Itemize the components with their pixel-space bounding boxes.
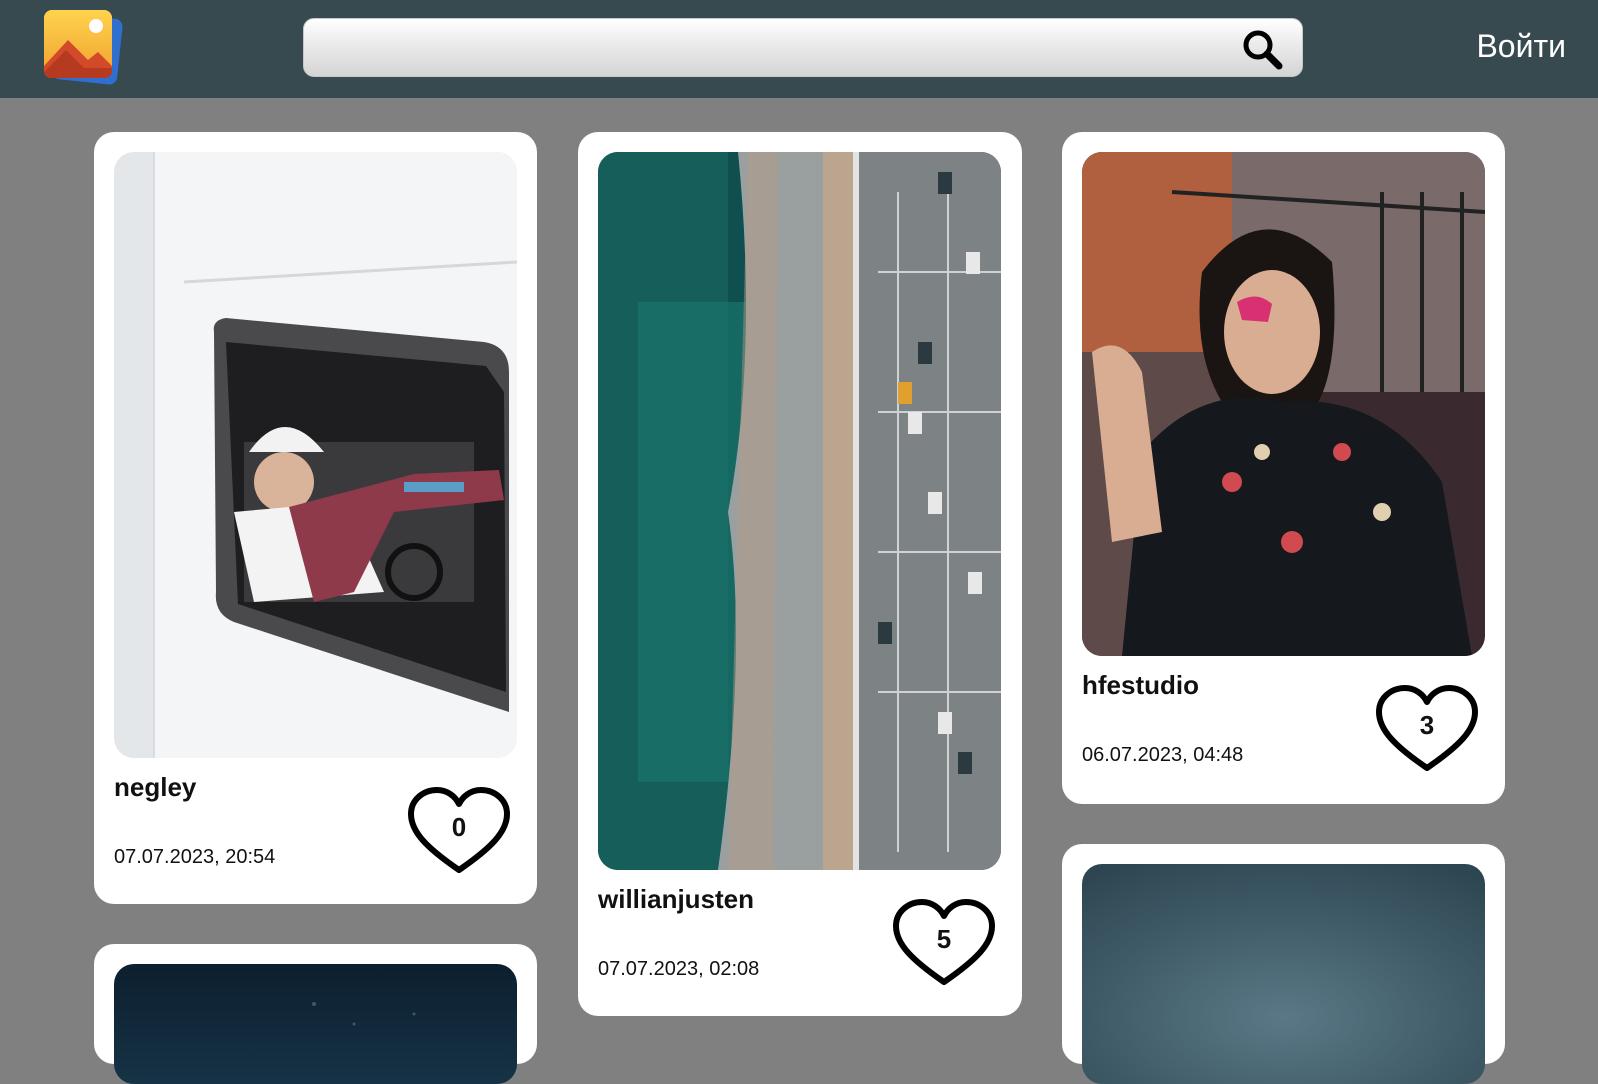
post-photo[interactable] [114, 964, 517, 1084]
post-author[interactable]: willianjusten [598, 884, 754, 915]
post-photo[interactable] [598, 152, 1001, 870]
post-date: 07.07.2023, 02:08 [598, 958, 760, 980]
like-button[interactable]: 5 [892, 898, 996, 986]
like-button[interactable]: 0 [407, 786, 511, 874]
post-photo[interactable] [114, 152, 517, 758]
gallery-logo-icon[interactable] [40, 6, 126, 90]
post-photo[interactable] [1082, 864, 1485, 1084]
search-icon[interactable] [1240, 27, 1284, 71]
top-bar: Войти [0, 0, 1598, 98]
post-card[interactable]: negley 07.07.2023, 20:54 0 [94, 132, 537, 904]
post-card[interactable] [1062, 844, 1505, 1084]
like-button[interactable]: 3 [1375, 684, 1479, 772]
search-bar[interactable] [303, 18, 1303, 78]
post-author[interactable]: negley [114, 772, 196, 803]
login-button[interactable]: Войти [1476, 28, 1566, 65]
post-photo[interactable] [1082, 152, 1485, 656]
post-card[interactable]: hfestudio 06.07.2023, 04:48 3 [1062, 132, 1505, 804]
post-card[interactable]: willianjusten 07.07.2023, 02:08 5 [578, 132, 1022, 1016]
post-date: 06.07.2023, 04:48 [1082, 744, 1244, 766]
like-count: 0 [451, 812, 467, 842]
like-count: 3 [1419, 710, 1435, 740]
post-date: 07.07.2023, 20:54 [114, 846, 276, 868]
post-author[interactable]: hfestudio [1082, 670, 1199, 701]
search-input[interactable] [320, 19, 1224, 78]
like-count: 5 [936, 924, 952, 954]
post-card[interactable] [94, 944, 537, 1084]
